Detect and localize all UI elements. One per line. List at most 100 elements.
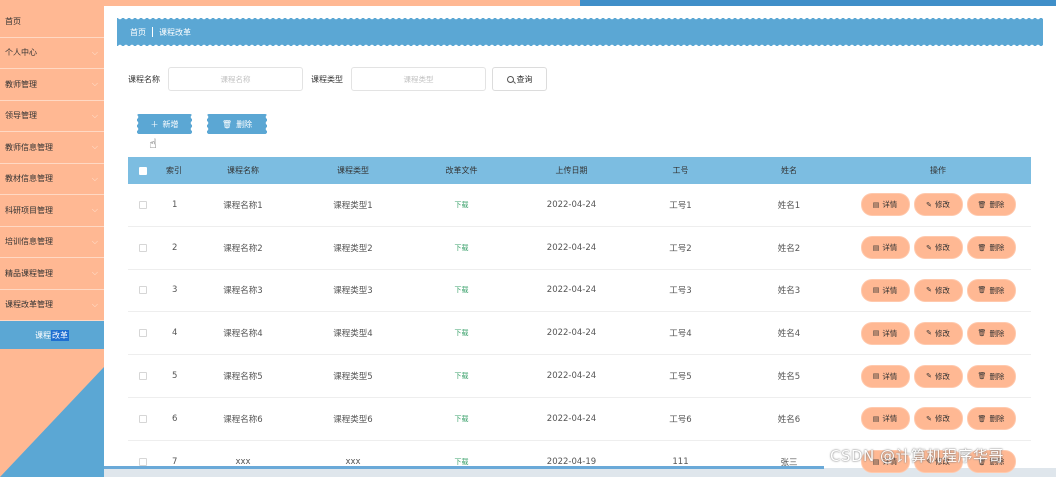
sidebar-item-label: 首页 [5,16,21,26]
edit-button-label: 修改 [934,414,950,424]
detail-button[interactable]: ▤ 详情 [861,365,909,387]
pointer-cursor-icon: ☝ [149,137,157,152]
row-operations: ▤ 详情 ✎ 修改 🗑 删除 [845,365,1031,387]
add-button-label: 新增 [162,119,179,129]
download-link[interactable]: 下载 [408,285,515,295]
cell-staff-no: 工号1 [669,200,692,211]
cell-name: 姓名6 [777,414,801,425]
sidebar-item-8[interactable]: 精品课程管理 ⌵ [0,258,104,290]
download-link[interactable]: 下载 [408,457,515,467]
header-operations: 操作 [930,166,946,175]
sidebar-item-4[interactable]: 教师信息管理 ⌵ [0,132,104,164]
row-checkbox[interactable] [139,200,147,209]
pencil-icon: ✎ [926,200,932,209]
cell-index: 6 [172,413,178,424]
row-select-cell [128,200,158,209]
table-row: 1 课程名称1 课程类型1 下载 2022-04-24 工号1 姓名1 ▤ 详情 ✎ 修改 🗑 删除 [128,184,1031,227]
watermark: CSDN @计算机程序华哥 [830,447,1005,465]
detail-button[interactable]: ▤ 详情 [861,237,909,259]
sidebar-item-label: 教材信息管理 [5,174,53,184]
course-type-label: 课程类型 [311,74,343,84]
edit-button-label: 修改 [934,285,950,295]
sidebar-item-label: 个人中心 [5,48,37,58]
delete-button[interactable]: 🗑 删除 [967,194,1015,216]
edit-button-label: 修改 [934,200,950,210]
delete-button[interactable]: 🗑 删除 [967,365,1015,387]
delete-button-label: 删除 [989,414,1005,424]
row-checkbox[interactable] [139,414,147,423]
row-select-cell [128,286,158,295]
trash-icon: 🗑 [977,200,987,209]
header-upload-date: 上传日期 [555,166,588,175]
detail-button[interactable]: ▤ 详情 [861,408,909,430]
sidebar-item-0[interactable]: 首页 [0,6,104,38]
edit-button[interactable]: ✎ 修改 [914,322,962,344]
row-checkbox[interactable] [139,457,147,466]
cell-course-name: 课程名称3 [223,286,263,297]
row-select-cell [128,329,158,338]
delete-button[interactable]: 🗑 删除 [967,237,1015,259]
download-link[interactable]: 下载 [408,200,515,210]
delete-button[interactable]: 🗑 删除 [967,322,1015,344]
row-checkbox[interactable] [139,243,147,252]
cell-course-name: 课程名称5 [223,372,263,383]
sidebar-item-9[interactable]: 课程改革管理 ⌵ [0,290,104,321]
cell-staff-no: 工号3 [669,286,692,297]
header-course-type: 课程类型 [337,166,369,175]
breadcrumb-home[interactable]: 首页 [130,27,146,38]
detail-icon: ▤ [872,286,880,295]
pencil-icon: ✎ [926,372,932,381]
detail-button[interactable]: ▤ 详情 [861,194,909,216]
cell-course-type: 课程类型5 [333,372,373,383]
cell-upload-date: 2022-04-24 [546,285,597,296]
row-operations: ▤ 详情 ✎ 修改 🗑 删除 [845,322,1031,344]
delete-button[interactable]: 🗑 删除 [967,279,1015,301]
header-name: 姓名 [781,166,797,175]
sidebar-item-label: 科研项目管理 [5,205,53,215]
download-link[interactable]: 下载 [408,243,515,253]
detail-button-label: 详情 [882,328,898,338]
download-link[interactable]: 下载 [408,328,515,338]
download-link[interactable]: 下载 [408,371,515,381]
trash-icon: 🗑 [977,414,987,423]
delete-button[interactable]: 🗑 删除 [967,408,1015,430]
chevron-down-icon: ⌵ [91,47,98,57]
chevron-down-icon: ⌵ [91,142,98,152]
detail-icon: ▤ [872,200,880,209]
add-button[interactable]: ＋ 新增 [132,114,192,134]
edit-button[interactable]: ✎ 修改 [914,365,962,387]
download-link[interactable]: 下载 [408,414,515,424]
detail-button[interactable]: ▤ 详情 [861,279,909,301]
batch-delete-button[interactable]: 🗑 删除 [202,114,267,134]
row-operations: ▤ 详情 ✎ 修改 🗑 删除 [845,408,1031,430]
course-type-input[interactable] [351,67,486,91]
row-select-cell [128,243,158,252]
edit-button[interactable]: ✎ 修改 [914,408,962,430]
cell-name: 姓名4 [777,329,801,340]
cell-course-type: 课程类型6 [333,414,373,425]
row-checkbox[interactable] [139,329,147,338]
select-all-checkbox[interactable] [139,166,147,175]
sidebar: 首页 个人中心 ⌵ 教师管理 ⌵ 领导管理 ⌵ 教师信息管理 ⌵ 教材信息管理 ⌵ 科研项目管理 ⌵ 培训… [0,6,104,477]
sidebar-item-7[interactable]: 培训信息管理 ⌵ [0,227,104,258]
course-name-input[interactable] [168,67,303,91]
sidebar-item-2[interactable]: 教师管理 ⌵ [0,69,104,101]
cell-index: 4 [172,328,178,339]
trash-icon: 🗑 [977,243,987,252]
search-button[interactable]: 查询 [492,67,547,91]
sidebar-item-1[interactable]: 个人中心 ⌵ [0,38,104,69]
detail-button[interactable]: ▤ 详情 [861,322,909,344]
edit-button[interactable]: ✎ 修改 [914,194,962,216]
row-checkbox[interactable] [139,372,147,381]
row-operations: ▤ 详情 ✎ 修改 🗑 删除 [845,194,1031,216]
sidebar-item-6[interactable]: 科研项目管理 ⌵ [0,195,104,227]
edit-button[interactable]: ✎ 修改 [914,237,962,259]
sidebar-item-5[interactable]: 教材信息管理 ⌵ [0,164,104,195]
trash-icon: 🗑 [977,286,987,295]
sidebar-item-3[interactable]: 领导管理 ⌵ [0,101,104,132]
row-operations: ▤ 详情 ✎ 修改 🗑 删除 [845,279,1031,301]
edit-button[interactable]: ✎ 修改 [914,279,962,301]
cell-name: 姓名3 [777,286,801,297]
sidebar-item-label: 教师信息管理 [5,142,53,152]
row-checkbox[interactable] [139,286,147,295]
